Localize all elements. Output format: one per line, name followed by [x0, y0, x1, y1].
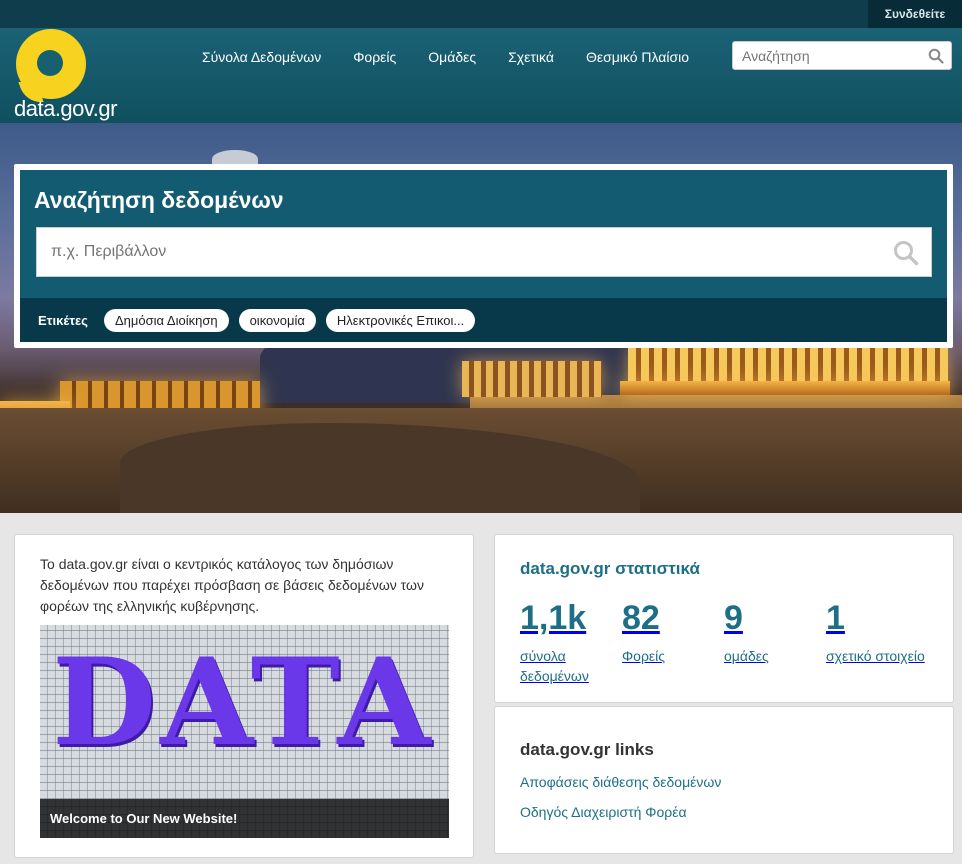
stat-related-items-value: 1	[826, 599, 845, 637]
tag-economy[interactable]: οικονομία	[238, 308, 316, 332]
about-text: Το data.gov.gr είναι ο κεντρικός κατάλογ…	[40, 556, 424, 614]
dataset-search-panel: Αναζήτηση δεδομένων Ετικέτες Δημόσια Διο…	[20, 170, 947, 342]
featured-image-word: DATA	[52, 632, 435, 773]
nav-item-about[interactable]: Σχετικά	[508, 49, 554, 65]
dataset-search-title: Αναζήτηση δεδομένων	[34, 187, 284, 213]
stat-groups-value: 9	[724, 599, 743, 637]
hero-parthenon-base	[620, 381, 950, 395]
stats-panel: data.gov.gr στατιστικά 1,1k σύνολα δεδομ…	[494, 534, 954, 703]
featured-news-caption[interactable]: Welcome to Our New Website!	[40, 799, 449, 838]
stat-datasets[interactable]: 1,1k σύνολα δεδομένων	[520, 599, 620, 686]
stat-datasets-value: 1,1k	[520, 599, 587, 637]
dataset-search-input[interactable]	[37, 228, 877, 276]
nav-item-legal-framework[interactable]: Θεσμικό Πλαίσιο	[586, 49, 689, 65]
hero-banner: Αναζήτηση δεδομένων Ετικέτες Δημόσια Διο…	[0, 123, 962, 513]
stat-groups-label: ομάδες	[724, 648, 769, 664]
stat-groups[interactable]: 9 ομάδες	[724, 599, 824, 666]
stats-title: data.gov.gr στατιστικά	[520, 559, 700, 578]
stat-related-items[interactable]: 1 σχετικό στοιχείο	[826, 599, 946, 666]
logo-icon-hole	[37, 50, 63, 76]
tag-public-administration[interactable]: Δημόσια Διοίκηση	[103, 308, 229, 332]
header-search	[732, 41, 952, 70]
stat-datasets-label: σύνολα δεδομένων	[520, 648, 589, 684]
stat-organizations-value: 82	[622, 599, 660, 637]
hero-erechtheion	[462, 361, 602, 397]
links-title: data.gov.gr links	[520, 740, 654, 759]
nav-item-datasets[interactable]: Σύνολα Δεδομένων	[202, 49, 321, 65]
nav-item-organizations[interactable]: Φορείς	[353, 49, 396, 65]
nav-item-groups[interactable]: Ομάδες	[428, 49, 476, 65]
link-data-release-decisions[interactable]: Αποφάσεις διάθεσης δεδομένων	[520, 774, 721, 790]
link-organization-admin-guide[interactable]: Οδηγός Διαχειριστή Φορέα	[520, 804, 687, 820]
dataset-search-field	[36, 227, 932, 277]
logo-text: data.gov.gr	[14, 96, 117, 121]
search-icon[interactable]	[928, 48, 944, 64]
tags-label: Ετικέτες	[38, 312, 88, 328]
stat-organizations-label: Φορείς	[622, 648, 666, 664]
search-icon[interactable]	[893, 240, 919, 266]
header-search-input[interactable]	[733, 42, 923, 69]
main-nav: Σύνολα Δεδομένων Φορείς Ομάδες Σχετικά Θ…	[186, 28, 705, 86]
dataset-search-box: Αναζήτηση δεδομένων Ετικέτες Δημόσια Διο…	[14, 164, 953, 348]
about-panel: Το data.gov.gr είναι ο κεντρικός κατάλογ…	[14, 534, 474, 858]
featured-news-image[interactable]: DATA Welcome to Our New Website!	[40, 625, 449, 838]
masthead: data.gov.gr Σύνολα Δεδομένων Φορείς Ομάδ…	[0, 28, 962, 123]
stat-related-items-label: σχετικό στοιχείο	[826, 648, 925, 664]
links-panel: data.gov.gr links Αποφάσεις διάθεσης δεδ…	[494, 706, 954, 854]
site-logo[interactable]: data.gov.gr	[14, 28, 134, 123]
tag-electronic-communications[interactable]: Ηλεκτρονικές Επικοι...	[325, 308, 476, 332]
stat-organizations[interactable]: 82 Φορείς	[622, 599, 722, 666]
login-link[interactable]: Συνδεθείτε	[868, 0, 962, 28]
tags-bar: Ετικέτες Δημόσια Διοίκηση οικονομία Ηλεκ…	[20, 298, 947, 342]
account-bar: Συνδεθείτε	[0, 0, 962, 28]
